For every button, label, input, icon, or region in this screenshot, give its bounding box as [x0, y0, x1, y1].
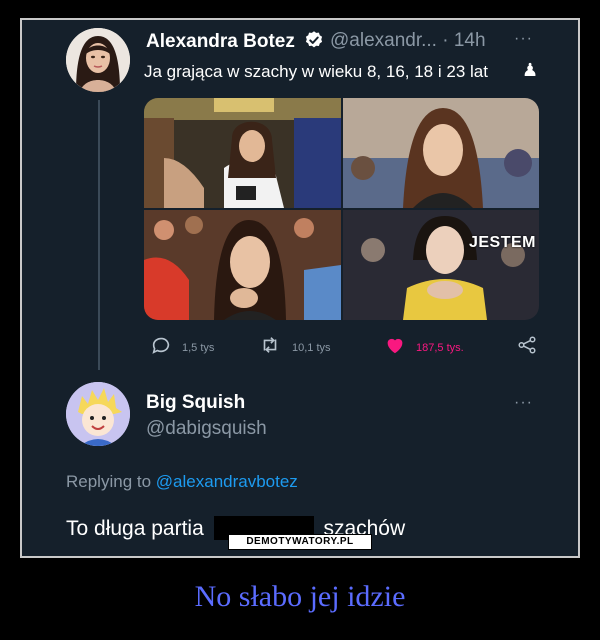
author-name-text: Alexandra Botez	[146, 31, 295, 52]
author-handle: @alexandr...	[330, 30, 437, 51]
photo-overlay-text: JESTEM	[468, 234, 536, 251]
reply-button[interactable]: 1,5 tys	[150, 334, 214, 361]
verified-badge-icon	[304, 30, 324, 56]
like-count: 187,5 tys.	[416, 341, 464, 354]
share-icon	[516, 334, 538, 361]
photo-age-8[interactable]	[144, 98, 341, 208]
retweet-button[interactable]: 10,1 tys	[258, 334, 331, 361]
replying-to-mention[interactable]: @alexandravbotez	[156, 472, 298, 491]
like-button[interactable]: 187,5 tys.	[384, 334, 464, 361]
meme-caption: No słabo jej idzie	[194, 580, 406, 613]
author-handle-time[interactable]: @alexandr... · 14h	[330, 30, 486, 52]
tweet-time: · 14h	[442, 30, 486, 51]
replying-to-label: Replying to	[66, 472, 152, 491]
chess-pawn-emoji: ♟	[522, 60, 539, 80]
photo-age-23[interactable]: JESTEM	[343, 210, 539, 320]
site-watermark: DEMOTYWATORY.PL	[228, 534, 372, 550]
reply-icon	[150, 334, 172, 361]
retweet-icon	[258, 334, 282, 361]
author-name[interactable]: Alexandra Botez	[146, 30, 324, 56]
tweet-card: Alexandra Botez @alexandr... · 14h ··· J…	[20, 18, 580, 558]
tweet-actions: 1,5 tys 10,1 tys 187,5 tys.	[22, 334, 578, 361]
photo-age-18[interactable]	[144, 210, 341, 320]
tweet-text: Ja grająca w szachy w wieku 8, 16, 18 i …	[144, 62, 488, 81]
share-button[interactable]	[516, 334, 538, 361]
reply-text-start: To długa partia	[66, 517, 204, 540]
avatar-big-squish[interactable]	[66, 382, 130, 446]
thread-line	[98, 100, 100, 370]
retweet-count: 10,1 tys	[292, 341, 331, 354]
replying-to: Replying to @alexandravbotez	[66, 472, 298, 492]
avatar-alexandra[interactable]	[66, 28, 130, 92]
reply-count: 1,5 tys	[182, 341, 215, 354]
reply-more-options-icon[interactable]: ···	[514, 394, 533, 412]
more-options-icon[interactable]: ···	[514, 30, 533, 48]
photo-age-16[interactable]	[343, 98, 539, 208]
heart-icon	[384, 334, 406, 361]
photo-grid[interactable]: JESTEM	[144, 98, 539, 320]
reply-author-handle[interactable]: @dabigsquish	[146, 418, 267, 440]
reply-author-name[interactable]: Big Squish	[146, 392, 245, 414]
